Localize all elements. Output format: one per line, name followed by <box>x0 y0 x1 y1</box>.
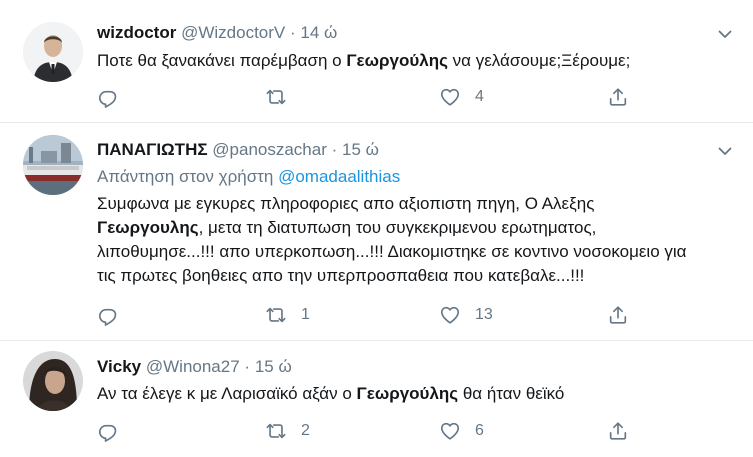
highlighted-keyword: Γεωργούλης <box>356 384 459 403</box>
tweet-actions: 4 <box>97 85 657 109</box>
retweet-icon <box>265 86 287 108</box>
like-button[interactable]: 4 <box>439 85 484 109</box>
timestamp[interactable]: 14 ώ <box>300 23 337 42</box>
avatar[interactable] <box>23 22 83 82</box>
reply-button[interactable] <box>97 419 119 443</box>
tweet-header: Vicky @Winona27 · 15 ώ <box>97 357 292 377</box>
like-button[interactable]: 6 <box>439 419 484 443</box>
share-icon <box>607 420 629 442</box>
author-name[interactable]: Vicky <box>97 357 141 376</box>
like-count: 4 <box>475 88 484 105</box>
text-segment: Ποτε θα ξανακάνει παρέμβαση ο <box>97 51 347 70</box>
avatar[interactable] <box>23 351 83 411</box>
share-button[interactable] <box>607 303 629 327</box>
tweet-actions: 1 13 <box>97 303 657 327</box>
heart-icon <box>439 304 461 326</box>
avatar-image <box>23 22 83 82</box>
retweet-button[interactable] <box>265 85 301 109</box>
reply-icon <box>97 304 119 326</box>
tweet-header: ΠΑΝΑΓΙΩΤΗΣ @panoszachar · 15 ώ <box>97 140 379 160</box>
share-button[interactable] <box>607 85 629 109</box>
tweet[interactable]: wizdoctor @WizdoctorV · 14 ώ Ποτε θα ξαν… <box>0 0 753 123</box>
retweet-button[interactable]: 1 <box>265 303 310 327</box>
text-segment: Αν τα έλεγε κ με Λαρισαϊκό αξάν ο <box>97 384 357 403</box>
share-icon <box>607 304 629 326</box>
reply-icon <box>97 420 119 442</box>
separator-dot: · <box>289 23 296 42</box>
separator-dot: · <box>244 357 251 376</box>
author-handle[interactable]: @panoszachar <box>212 140 327 159</box>
tweet-text: Συμφωνα με εγκυρες πληροφοριες απο αξιοπ… <box>97 192 702 288</box>
share-button[interactable] <box>607 419 629 443</box>
retweet-icon <box>265 304 287 326</box>
avatar-image <box>23 351 83 411</box>
retweet-button[interactable]: 2 <box>265 419 310 443</box>
tweet[interactable]: Vicky @Winona27 · 15 ώ Αν τα έλεγε κ με … <box>0 341 753 457</box>
avatar-image <box>23 135 83 195</box>
chevron-down-icon[interactable] <box>717 143 733 159</box>
reply-button[interactable] <box>97 303 119 327</box>
text-segment: να γελάσουμε;Ξέρουμε; <box>447 51 631 70</box>
reply-prefix: Απάντηση στον χρήστη <box>97 167 279 186</box>
heart-icon <box>439 86 461 108</box>
author-name[interactable]: ΠΑΝΑΓΙΩΤΗΣ <box>97 140 208 159</box>
separator-dot: · <box>331 140 338 159</box>
retweet-icon <box>265 420 287 442</box>
like-count: 13 <box>475 306 493 323</box>
text-segment: θα ήταν θεϊκό <box>458 384 565 403</box>
timestamp[interactable]: 15 ώ <box>342 140 379 159</box>
avatar[interactable] <box>23 135 83 195</box>
reply-context: Απάντηση στον χρήστη @omadaalithias <box>97 167 400 187</box>
retweet-count: 1 <box>301 306 310 323</box>
timestamp[interactable]: 15 ώ <box>255 357 292 376</box>
author-handle[interactable]: @WizdoctorV <box>181 23 285 42</box>
highlighted-keyword: Γεωργουλης <box>97 218 199 237</box>
highlighted-keyword: Γεωργούλης <box>346 51 448 70</box>
tweet[interactable]: ΠΑΝΑΓΙΩΤΗΣ @panoszachar · 15 ώ Απάντηση … <box>0 123 753 341</box>
author-name[interactable]: wizdoctor <box>97 23 176 42</box>
tweet-actions: 2 6 <box>97 419 657 443</box>
tweet-header: wizdoctor @WizdoctorV · 14 ώ <box>97 23 337 43</box>
tweet-text: Ποτε θα ξανακάνει παρέμβαση ο Γεωργούλης… <box>97 49 702 73</box>
text-segment: Συμφωνα με εγκυρες πληροφοριες απο αξιοπ… <box>97 194 595 213</box>
reply-handle-link[interactable]: @omadaalithias <box>278 167 400 186</box>
like-button[interactable]: 13 <box>439 303 493 327</box>
share-icon <box>607 86 629 108</box>
reply-button[interactable] <box>97 85 119 109</box>
heart-icon <box>439 420 461 442</box>
like-count: 6 <box>475 422 484 439</box>
chevron-down-icon[interactable] <box>717 26 733 42</box>
author-handle[interactable]: @Winona27 <box>146 357 240 376</box>
tweet-text: Αν τα έλεγε κ με Λαρισαϊκό αξάν ο Γεωργο… <box>97 382 702 406</box>
reply-icon <box>97 86 119 108</box>
retweet-count: 2 <box>301 422 310 439</box>
